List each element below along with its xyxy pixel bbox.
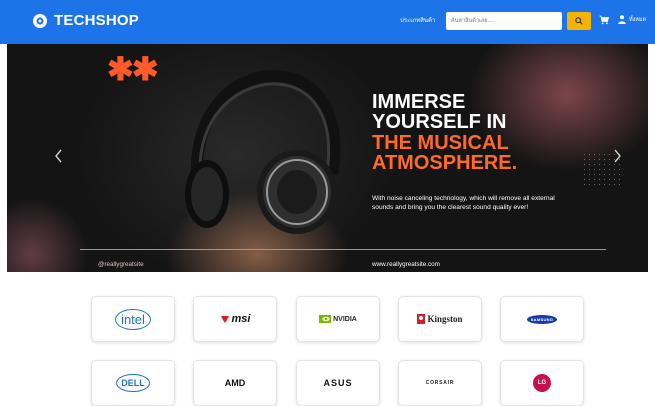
brand-logo-asus: ASUS: [323, 378, 353, 388]
brand-logo[interactable]: TECHSHOP: [32, 12, 139, 29]
brand-card-msi[interactable]: msi: [193, 296, 277, 342]
search-icon: [575, 17, 583, 25]
social-handle: @reallygreatsite: [98, 261, 144, 268]
brand-card-samsung[interactable]: SAMSUNG: [500, 296, 584, 342]
user-icon: [618, 15, 626, 24]
website-url: www.reallygreatsite.com: [372, 261, 440, 268]
brand-card-kingston[interactable]: Kingston: [398, 296, 482, 342]
user-menu[interactable]: ทั้งหมด: [618, 15, 646, 24]
cart-icon[interactable]: [599, 15, 609, 25]
chevron-right-icon[interactable]: [612, 149, 622, 163]
brand-logo-amd: AMD: [224, 378, 246, 388]
brand-logo-kingston: Kingston: [427, 314, 463, 324]
brand-card-nvidia[interactable]: NVIDIA: [296, 296, 380, 342]
search-button[interactable]: [567, 12, 591, 30]
kingston-head-icon: [417, 314, 426, 324]
brand-logo-samsung: SAMSUNG: [526, 314, 558, 324]
msi-dragon-icon: [220, 315, 229, 323]
hero-heading-line-2: YOURSELF IN: [372, 111, 507, 133]
brand-card-asus[interactable]: ASUS: [296, 360, 380, 406]
nav-product-categories[interactable]: ประเภทสินค้า: [400, 15, 435, 25]
hero-description: With noise canceling technology, which w…: [372, 195, 555, 211]
brand-logo-nvidia: NVIDIA: [333, 315, 357, 323]
hero-banner[interactable]: ✱✱ IMMERSE YOURSELF IN THE MUSICAL ATMOS…: [7, 44, 648, 272]
brand-card-corsair[interactable]: CORSAIR: [398, 360, 482, 406]
brand-card-dell[interactable]: DELL: [91, 360, 175, 406]
chip-icon: [33, 13, 47, 28]
headphones-image: [185, 69, 341, 234]
brand-logo-dell: DELL: [116, 374, 150, 392]
user-label: ทั้งหมด: [629, 16, 647, 23]
hero-heading-line-3: THE MUSICAL: [372, 132, 509, 154]
brand-logo-corsair: CORSAIR: [425, 380, 455, 386]
brand-name: TECHSHOP: [54, 12, 139, 29]
brand-logo-intel: intel: [115, 308, 151, 330]
brand-logo-lg-text: LG: [537, 380, 547, 386]
brand-card-intel[interactable]: intel: [91, 296, 175, 342]
navbar: TECHSHOP ประเภทสินค้า ทั้งหมด: [0, 0, 655, 44]
hero-heading-line-4: ATMOSPHERE.: [372, 152, 518, 174]
search-input[interactable]: [446, 12, 562, 30]
brand-logo-lg: LG: [533, 374, 551, 392]
chevron-left-icon[interactable]: [54, 149, 64, 163]
asterisk-decoration: ✱✱: [107, 51, 159, 87]
brand-card-lg[interactable]: LG: [500, 360, 584, 406]
brand-logo-msi: msi: [231, 313, 251, 325]
hero-divider: [80, 249, 606, 250]
brand-card-amd[interactable]: AMD: [193, 360, 277, 406]
hero-heading-line-1: IMMERSE: [372, 91, 466, 113]
nvidia-eye-icon: [319, 315, 332, 323]
